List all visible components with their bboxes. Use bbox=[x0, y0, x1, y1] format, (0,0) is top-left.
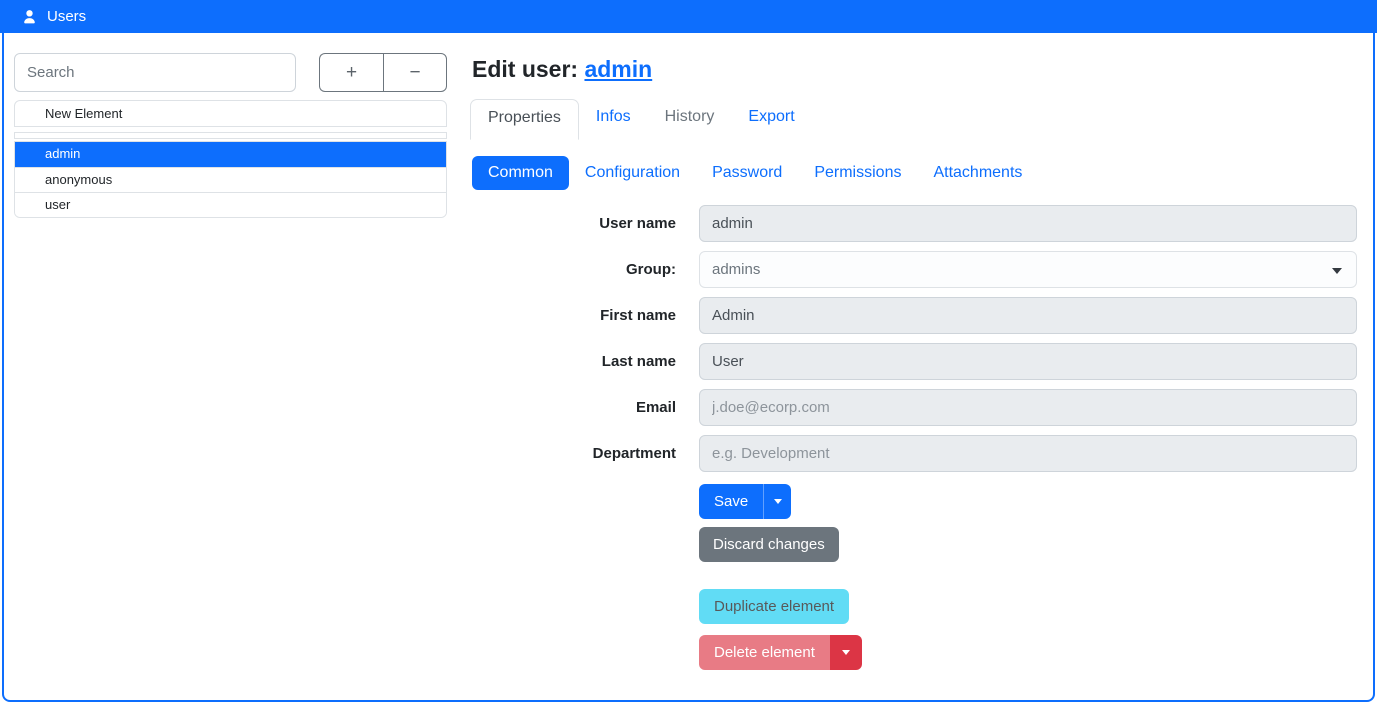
caret-down-icon bbox=[842, 650, 850, 655]
edited-user-link[interactable]: admin bbox=[584, 56, 652, 82]
tab-properties[interactable]: Properties bbox=[470, 99, 579, 140]
form-row: Group: admins bbox=[472, 251, 1357, 288]
chevron-down-icon bbox=[1332, 268, 1342, 274]
group-label: Group: bbox=[472, 261, 699, 278]
department-label: Department bbox=[472, 445, 699, 462]
email-label: Email bbox=[472, 399, 699, 416]
user-list: admin anonymous user bbox=[14, 141, 447, 218]
list-item-new-element[interactable]: New Element bbox=[14, 100, 447, 127]
save-button[interactable]: Save bbox=[699, 493, 763, 510]
list-item-anonymous[interactable]: anonymous bbox=[15, 167, 446, 192]
delete-dropdown-toggle[interactable] bbox=[830, 635, 862, 670]
delete-split-button: Delete element bbox=[699, 635, 862, 670]
list-item-user[interactable]: user bbox=[15, 192, 446, 217]
user-name-label: User name bbox=[472, 215, 699, 232]
remove-element-button[interactable]: − bbox=[383, 53, 447, 92]
form-row: Last name bbox=[472, 343, 1357, 380]
last-name-label: Last name bbox=[472, 353, 699, 370]
list-item-admin[interactable]: admin bbox=[15, 142, 446, 167]
subtab-permissions[interactable]: Permissions bbox=[798, 156, 917, 190]
app-title: Users bbox=[47, 8, 86, 25]
email-input bbox=[699, 389, 1357, 426]
search-input[interactable] bbox=[14, 53, 296, 92]
tab-export[interactable]: Export bbox=[731, 99, 811, 140]
discard-changes-button[interactable]: Discard changes bbox=[699, 527, 839, 562]
group-select[interactable]: admins bbox=[699, 251, 1357, 288]
form-row: Email bbox=[472, 389, 1357, 426]
tab-bar: Properties Infos History Export bbox=[470, 99, 812, 140]
add-element-button[interactable]: + bbox=[319, 53, 383, 92]
form-row: First name bbox=[472, 297, 1357, 334]
page-title-prefix: Edit user: bbox=[472, 56, 584, 82]
subtab-common[interactable]: Common bbox=[472, 156, 569, 190]
user-form: User name Group: admins First name Last … bbox=[472, 205, 1357, 481]
department-input bbox=[699, 435, 1357, 472]
element-list: New Element admin anonymous user bbox=[14, 100, 447, 218]
subtab-bar: Common Configuration Password Permission… bbox=[472, 156, 1038, 190]
save-split-button: Save bbox=[699, 484, 791, 519]
list-separator bbox=[14, 132, 447, 139]
tab-infos[interactable]: Infos bbox=[579, 99, 648, 140]
list-toolbar: + − bbox=[319, 53, 447, 92]
page-title: Edit user: admin bbox=[472, 56, 652, 83]
duplicate-element-button: Duplicate element bbox=[699, 589, 849, 624]
delete-element-button: Delete element bbox=[699, 635, 830, 670]
caret-down-icon bbox=[774, 499, 782, 504]
form-row: User name bbox=[472, 205, 1357, 242]
save-dropdown-toggle[interactable] bbox=[763, 484, 791, 519]
form-row: Department bbox=[472, 435, 1357, 472]
group-select-value: admins bbox=[712, 261, 760, 278]
subtab-password[interactable]: Password bbox=[696, 156, 798, 190]
top-navbar: Users bbox=[0, 0, 1377, 33]
subtab-attachments[interactable]: Attachments bbox=[917, 156, 1038, 190]
app-window: Users + − New Element admin anonymous us… bbox=[0, 0, 1377, 705]
last-name-input bbox=[699, 343, 1357, 380]
user-name-input bbox=[699, 205, 1357, 242]
first-name-label: First name bbox=[472, 307, 699, 324]
person-icon bbox=[21, 8, 38, 25]
first-name-input bbox=[699, 297, 1357, 334]
tab-history: History bbox=[648, 99, 732, 140]
subtab-configuration[interactable]: Configuration bbox=[569, 156, 696, 190]
